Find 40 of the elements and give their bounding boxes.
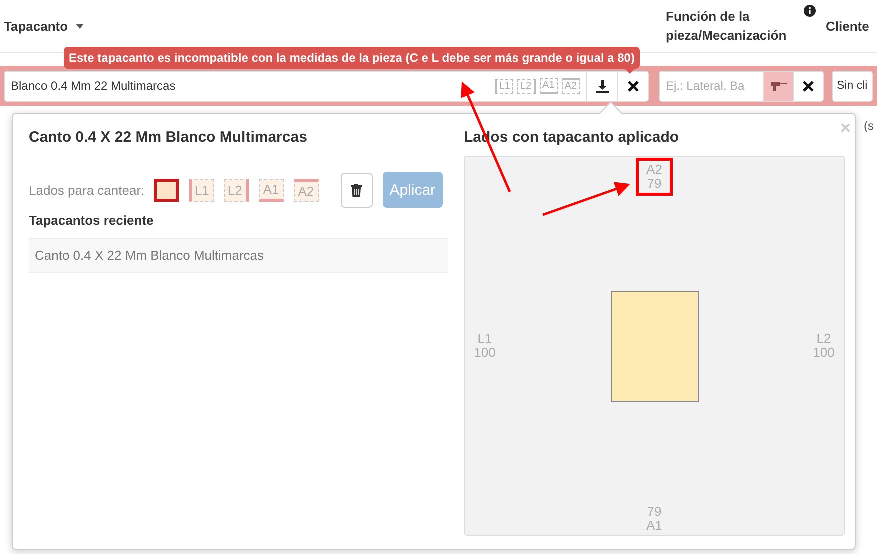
caret-icon xyxy=(76,24,84,28)
column-header[interactable]: Tapacanto xyxy=(4,16,68,36)
function-input[interactable]: Ej.: Lateral, Ba xyxy=(660,72,763,100)
close-icon xyxy=(803,80,814,92)
all-sides-toggle[interactable] xyxy=(154,178,179,202)
tooltip-pointer xyxy=(624,68,636,74)
clear-button[interactable] xyxy=(617,72,648,100)
cell-text: (s xyxy=(864,119,874,133)
drill-button[interactable] xyxy=(763,72,793,100)
recent-item[interactable]: Canto 0.4 X 22 Mm Blanco Multimarcas xyxy=(29,238,448,273)
download-icon xyxy=(596,80,608,92)
delete-button[interactable] xyxy=(340,172,373,208)
section-title: Tapacantos reciente xyxy=(29,213,155,230)
clear-button[interactable] xyxy=(793,72,823,100)
side-chip: L2 xyxy=(517,78,536,94)
close-button[interactable]: × xyxy=(840,118,851,139)
side-chip: L1 xyxy=(495,78,514,94)
side-chip: A2 xyxy=(562,78,580,94)
popup-title: Canto 0.4 X 22 Mm Blanco Multimarcas xyxy=(29,129,308,148)
trash-icon xyxy=(351,184,362,196)
client-select[interactable]: Sin cli xyxy=(832,70,873,102)
error-tooltip: Este tapacanto es incompatible con la medidas de la pieza (C e L debe ser más grande o igual a 80) xyxy=(64,47,640,69)
column-header: Cliente xyxy=(826,18,870,36)
column-header: Función de la pieza/Mecanización xyxy=(666,8,788,45)
side-dimension-label: 79 A1 xyxy=(646,503,664,535)
side-dimension-label: L1 100 xyxy=(473,330,497,362)
edge-input[interactable]: Blanco 0.4 Mm 22 Multimarcas xyxy=(5,72,492,100)
sides-label: Lados para cantear: xyxy=(29,182,145,198)
side-toggle[interactable]: A1 xyxy=(258,178,284,202)
drill-icon xyxy=(770,81,786,91)
side-toggle[interactable]: L2 xyxy=(224,178,249,202)
side-dimension-label: A2 79 xyxy=(638,161,670,193)
edge-field[interactable]: Blanco 0.4 Mm 22 Multimarcas L1 L2 A1 A2 xyxy=(4,70,649,102)
close-icon xyxy=(628,80,638,92)
side-toggle[interactable]: A2 xyxy=(294,178,319,202)
info-icon xyxy=(804,5,816,17)
function-field[interactable]: Ej.: Lateral, Ba xyxy=(659,70,824,102)
side-dimension-label: L2 100 xyxy=(812,330,836,362)
side-toggle[interactable]: L1 xyxy=(188,178,214,202)
side-chip: A1 xyxy=(540,78,558,94)
